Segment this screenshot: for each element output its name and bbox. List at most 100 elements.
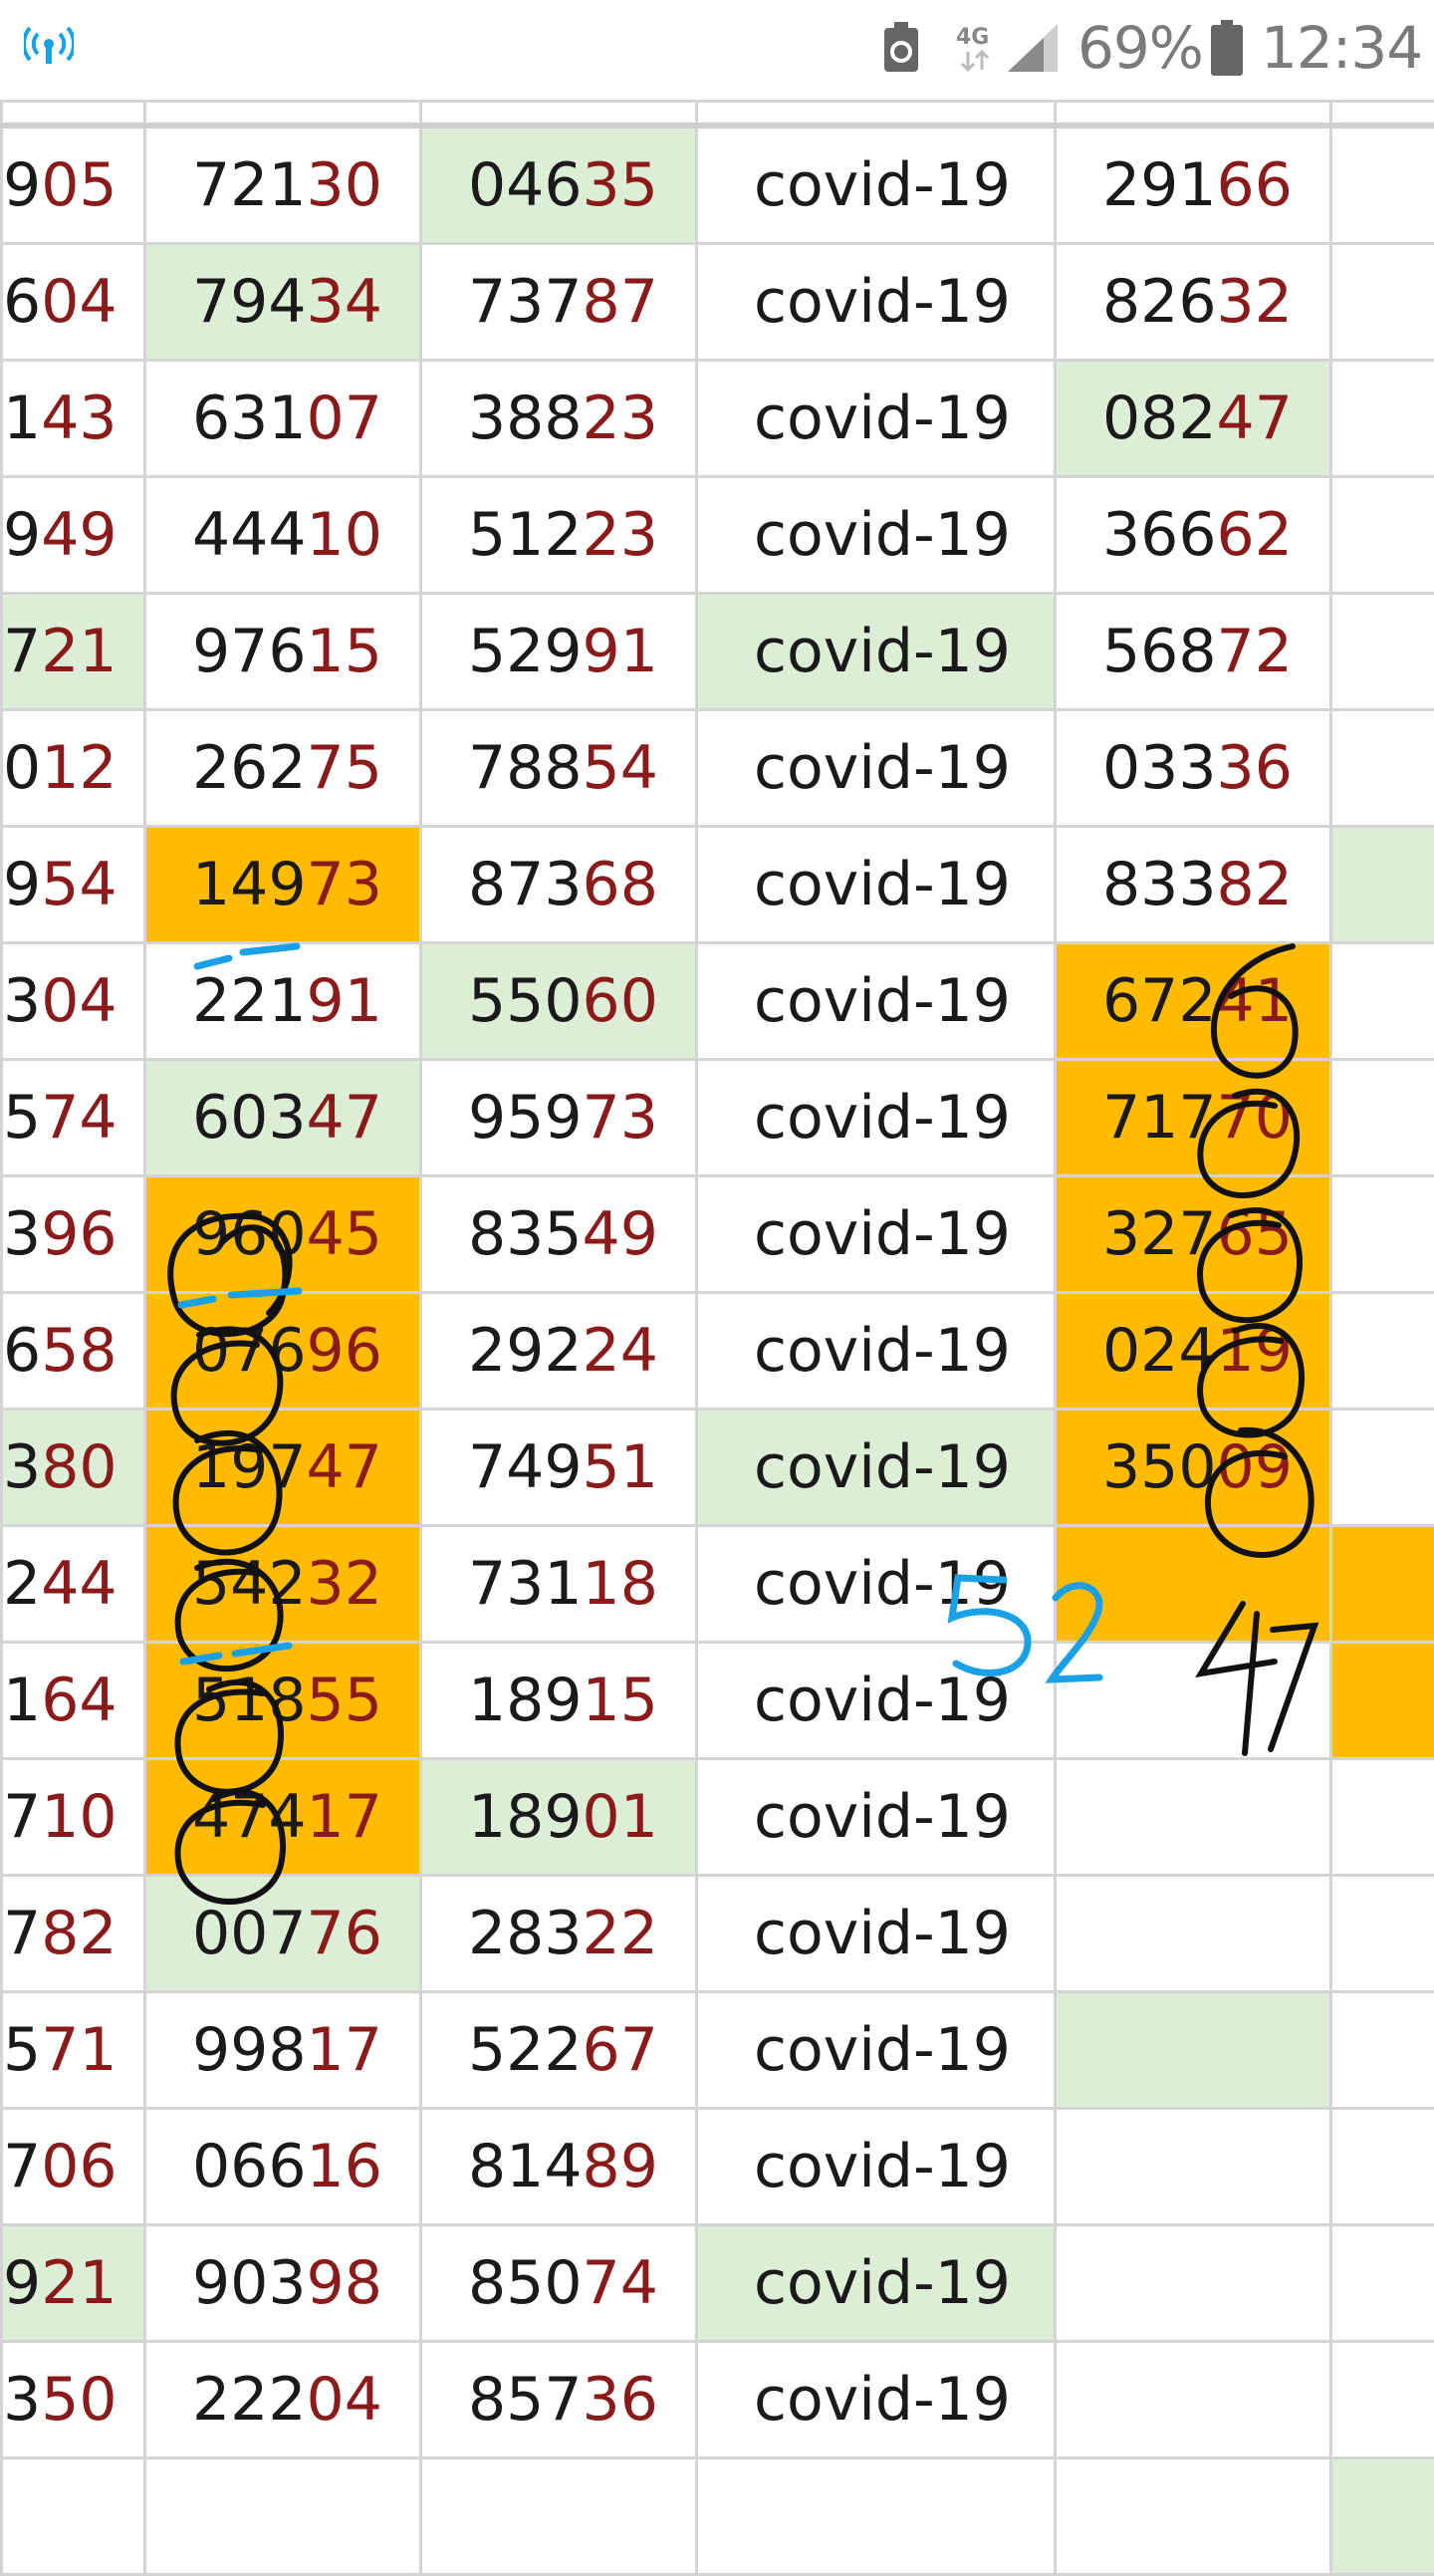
grid-cell[interactable]: [145, 2458, 421, 2575]
grid-cell[interactable]: [1331, 244, 1434, 361]
grid-cell[interactable]: 73787: [421, 244, 697, 361]
grid-cell[interactable]: 380: [2, 1410, 145, 1526]
grid-cell[interactable]: 56872: [1056, 594, 1331, 710]
grid-cell[interactable]: 54232: [145, 1526, 421, 1643]
grid-cell[interactable]: 51223: [421, 477, 697, 594]
grid-cell[interactable]: 71770: [1056, 1060, 1331, 1176]
grid-cell[interactable]: 44410: [145, 477, 421, 594]
grid-cell[interactable]: covid-19: [697, 1060, 1056, 1176]
grid-cell[interactable]: 47417: [145, 1759, 421, 1876]
grid-cell[interactable]: [1331, 1526, 1434, 1643]
grid-cell[interactable]: [1331, 827, 1434, 943]
grid-cell[interactable]: [1056, 1643, 1331, 1759]
grid-cell[interactable]: covid-19: [697, 2109, 1056, 2225]
grid-cell[interactable]: [1331, 126, 1434, 244]
grid-cell[interactable]: [1331, 1992, 1434, 2109]
grid-cell[interactable]: 08247: [1056, 361, 1331, 477]
header-cell[interactable]: [697, 102, 1056, 127]
grid-cell[interactable]: 63107: [145, 361, 421, 477]
header-cell[interactable]: [145, 102, 421, 127]
grid-cell[interactable]: 02419: [1056, 1293, 1331, 1410]
grid-cell[interactable]: [1331, 2225, 1434, 2342]
grid-cell[interactable]: 06616: [145, 2109, 421, 2225]
grid-cell[interactable]: 18901: [421, 1759, 697, 1876]
grid-cell[interactable]: 87368: [421, 827, 697, 943]
grid-cell[interactable]: [2, 2458, 145, 2575]
grid-cell[interactable]: 28322: [421, 1876, 697, 1992]
grid-cell[interactable]: 604: [2, 244, 145, 361]
grid-cell[interactable]: 350: [2, 2342, 145, 2458]
grid-cell[interactable]: 19747: [145, 1410, 421, 1526]
grid-cell[interactable]: [1056, 1876, 1331, 1992]
grid-cell[interactable]: covid-19: [697, 710, 1056, 827]
grid-cell[interactable]: 36662: [1056, 477, 1331, 594]
header-cell[interactable]: [1331, 102, 1434, 127]
grid-cell[interactable]: 721: [2, 594, 145, 710]
grid-cell[interactable]: 22191: [145, 943, 421, 1060]
grid-cell[interactable]: 83382: [1056, 827, 1331, 943]
grid-cell[interactable]: 81489: [421, 2109, 697, 2225]
grid-cell[interactable]: [1331, 943, 1434, 1060]
grid-cell[interactable]: 921: [2, 2225, 145, 2342]
grid-cell[interactable]: 00776: [145, 1876, 421, 1992]
grid-cell[interactable]: covid-19: [697, 1992, 1056, 2109]
grid-cell[interactable]: 78854: [421, 710, 697, 827]
grid-cell[interactable]: [1331, 2342, 1434, 2458]
grid-cell[interactable]: [697, 2458, 1056, 2575]
grid-cell[interactable]: 35009: [1056, 1410, 1331, 1526]
grid-cell[interactable]: 83549: [421, 1176, 697, 1293]
grid-cell[interactable]: [1056, 2109, 1331, 2225]
grid-cell[interactable]: covid-19: [697, 1643, 1056, 1759]
grid-cell[interactable]: [1331, 2458, 1434, 2575]
grid-cell[interactable]: [1331, 1876, 1434, 1992]
grid-cell[interactable]: covid-19: [697, 943, 1056, 1060]
grid-cell[interactable]: [1331, 1293, 1434, 1410]
grid-cell[interactable]: 29224: [421, 1293, 697, 1410]
grid-cell[interactable]: [1056, 2458, 1331, 2575]
grid-cell[interactable]: [1331, 594, 1434, 710]
grid-cell[interactable]: 52991: [421, 594, 697, 710]
grid-cell[interactable]: [1331, 477, 1434, 594]
grid-cell[interactable]: 18915: [421, 1643, 697, 1759]
grid-cell[interactable]: [1331, 1643, 1434, 1759]
grid-cell[interactable]: 706: [2, 2109, 145, 2225]
grid-cell[interactable]: 55060: [421, 943, 697, 1060]
grid-cell[interactable]: covid-19: [697, 1410, 1056, 1526]
grid-cell[interactable]: [1331, 1060, 1434, 1176]
grid-cell[interactable]: 14973: [145, 827, 421, 943]
grid-cell[interactable]: 07696: [145, 1293, 421, 1410]
header-cell[interactable]: [421, 102, 697, 127]
grid-cell[interactable]: covid-19: [697, 477, 1056, 594]
grid-cell[interactable]: 73118: [421, 1526, 697, 1643]
grid-cell[interactable]: [1056, 1992, 1331, 2109]
grid-cell[interactable]: 95973: [421, 1060, 697, 1176]
grid-cell[interactable]: 26275: [145, 710, 421, 827]
grid-cell[interactable]: 52267: [421, 1992, 697, 2109]
grid-cell[interactable]: 96045: [145, 1176, 421, 1293]
grid-cell[interactable]: 164: [2, 1643, 145, 1759]
header-cell[interactable]: [1056, 102, 1331, 127]
grid-cell[interactable]: 32765: [1056, 1176, 1331, 1293]
grid-cell[interactable]: 143: [2, 361, 145, 477]
grid-cell[interactable]: 29166: [1056, 126, 1331, 244]
grid-cell[interactable]: 710: [2, 1759, 145, 1876]
grid-cell[interactable]: 782: [2, 1876, 145, 1992]
grid-cell[interactable]: [1331, 1410, 1434, 1526]
grid-cell[interactable]: 949: [2, 477, 145, 594]
grid-cell[interactable]: [1056, 2342, 1331, 2458]
grid-cell[interactable]: [1056, 1759, 1331, 1876]
grid-cell[interactable]: 67241: [1056, 943, 1331, 1060]
grid-cell[interactable]: 012: [2, 710, 145, 827]
header-cell[interactable]: [2, 102, 145, 127]
grid-cell[interactable]: covid-19: [697, 594, 1056, 710]
grid-cell[interactable]: [1331, 2109, 1434, 2225]
grid-cell[interactable]: 954: [2, 827, 145, 943]
grid-cell[interactable]: 97615: [145, 594, 421, 710]
grid-cell[interactable]: 85074: [421, 2225, 697, 2342]
grid-cell[interactable]: 905: [2, 126, 145, 244]
grid-cell[interactable]: 72130: [145, 126, 421, 244]
grid-cell[interactable]: [1331, 1759, 1434, 1876]
grid-cell[interactable]: [1331, 710, 1434, 827]
grid-cell[interactable]: [1056, 2225, 1331, 2342]
grid-cell[interactable]: covid-19: [697, 2342, 1056, 2458]
